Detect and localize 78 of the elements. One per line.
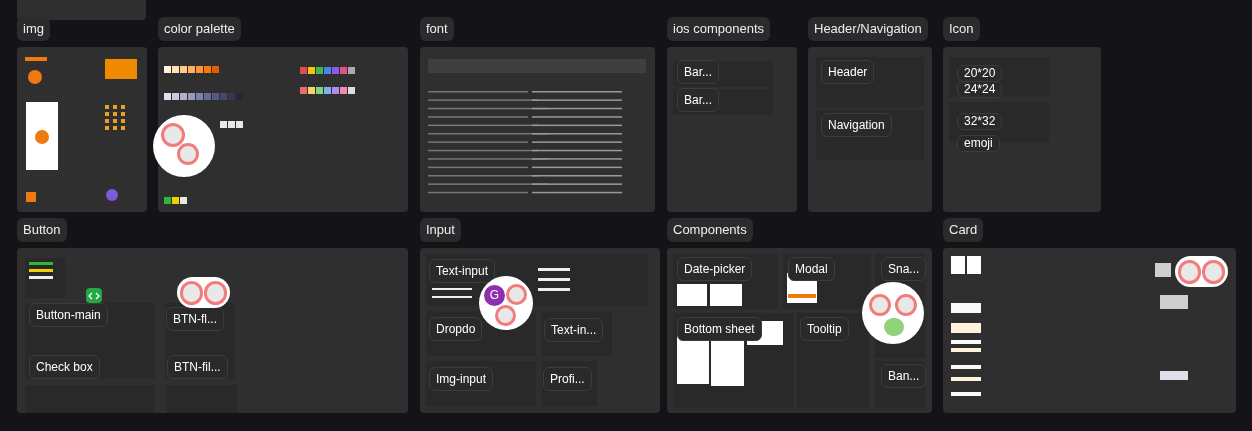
section-label[interactable]: Navigation (821, 113, 892, 137)
card-thumbnail (951, 348, 981, 352)
frame-title[interactable]: ios components (667, 17, 771, 41)
section-label[interactable]: 32*32 (957, 113, 1003, 130)
section-label[interactable]: Bottom sheet (677, 317, 762, 341)
swatch-row (164, 197, 187, 204)
user-avatar (869, 294, 891, 316)
field-line (432, 296, 472, 298)
card-thumbnail (951, 365, 981, 369)
frame-title[interactable]: Icon (943, 17, 980, 41)
user-avatar (495, 305, 516, 326)
section-label[interactable]: Bar... (677, 88, 719, 112)
user-avatar (161, 123, 185, 147)
section-label[interactable]: Img-input (429, 367, 494, 391)
section-label[interactable]: BTN-fil... (167, 355, 228, 379)
card-thumbnail (967, 256, 981, 274)
swatch-row (300, 67, 355, 74)
card-thumbnail (951, 303, 981, 313)
section-label[interactable]: Profi... (543, 367, 592, 391)
user-avatar (1202, 259, 1225, 284)
swatch-row (220, 121, 243, 128)
section-label[interactable]: BTN-fl... (166, 307, 224, 331)
user-avatar: G (484, 285, 505, 306)
frame-title[interactable]: Input (420, 218, 461, 242)
frame-title[interactable]: Card (943, 218, 984, 242)
code-icon (86, 288, 102, 303)
section-label[interactable]: Sna... (881, 257, 927, 281)
swatch-row (300, 87, 355, 94)
section-label[interactable]: emoji (957, 135, 1000, 152)
user-avatar (895, 294, 917, 316)
frame-title[interactable]: Button (17, 218, 67, 242)
section-label[interactable]: Modal (788, 257, 835, 281)
frame[interactable]: Button-main Check box BTN-fl... BTN-fil... (17, 248, 408, 413)
frame[interactable]: Date-picker Modal Sna... Bottom sheet Tooltip Ban... (667, 248, 932, 413)
swatch-row (164, 66, 219, 73)
section-label[interactable]: Button-main (29, 303, 108, 327)
user-avatar (204, 280, 227, 305)
field-line (538, 278, 570, 281)
card-thumbnail (951, 377, 981, 381)
frame-title[interactable]: color palette (158, 17, 241, 41)
section-label[interactable]: Bar... (677, 60, 719, 84)
section-label[interactable]: Ban... (881, 364, 927, 388)
button-previews-drawing (29, 262, 53, 279)
field-line (538, 268, 570, 271)
section-label[interactable]: Dropdo (429, 317, 483, 341)
section-label[interactable]: Header (821, 60, 875, 84)
user-avatar (180, 280, 203, 305)
screen-thumbnail (710, 284, 742, 306)
user-avatar (884, 318, 904, 336)
frame-title[interactable]: img (17, 17, 50, 41)
user-avatar (506, 284, 527, 305)
card-thumbnail (951, 340, 981, 344)
frame-title[interactable]: Components (667, 218, 753, 242)
section-label[interactable]: Text-in... (544, 318, 604, 342)
section-label[interactable]: 24*24 (957, 81, 1003, 98)
screen-thumbnail (677, 284, 707, 306)
frame[interactable] (943, 248, 1236, 413)
frame[interactable] (158, 47, 408, 212)
section-label[interactable]: Text-input (429, 259, 496, 283)
section-label[interactable]: Check box (29, 355, 100, 379)
frame-title[interactable]: Header/Navigation (808, 17, 928, 41)
card-thumbnail (951, 392, 981, 396)
card-thumbnail (1160, 371, 1188, 380)
section-label[interactable]: Date-picker (677, 257, 753, 281)
field-line (538, 288, 570, 291)
frame-title[interactable]: font (420, 17, 454, 41)
field-line (432, 288, 472, 290)
frame[interactable] (17, 47, 147, 212)
card-thumbnail (1160, 295, 1188, 309)
card-thumbnail (951, 256, 965, 274)
frame[interactable]: 20*20 24*24 32*32 emoji (943, 47, 1101, 212)
frame[interactable]: Header Navigation (808, 47, 932, 212)
card-thumbnail (951, 323, 981, 333)
section-label[interactable]: Tooltip (800, 317, 849, 341)
card-thumbnail (1155, 263, 1171, 277)
user-avatar (1178, 259, 1201, 284)
frame[interactable]: Bar... Bar... (667, 47, 797, 212)
user-avatar (177, 143, 199, 165)
